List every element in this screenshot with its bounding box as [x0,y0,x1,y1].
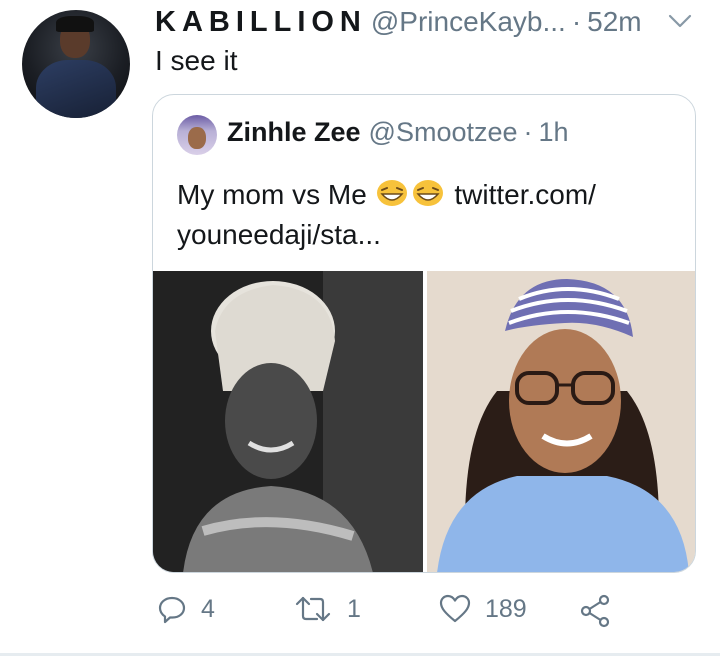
quoted-tweet-text: My mom vs Me twitter.com/ youneedaji/sta… [177,175,677,255]
quoted-author-handle[interactable]: @Smootzee [369,117,518,148]
quoted-media-grid [153,271,695,572]
like-action[interactable]: 189 [439,594,527,624]
quoted-tweet-header: Zinhle Zee @Smootzee · 1h [227,117,569,148]
like-icon[interactable] [439,594,471,624]
tweet-actions: 4 1 189 [155,594,625,630]
avatar-body-shape [36,60,116,118]
reply-action[interactable]: 4 [157,594,215,624]
author-name[interactable]: KABILLION [155,6,367,39]
grinning-squinting-face-emoji [412,180,443,206]
media-photo-right[interactable] [427,271,695,572]
author-handle[interactable]: @PrinceKayb... [371,6,566,38]
photo-left-illustration [153,271,423,572]
avatar-hat-shape [56,16,94,32]
media-photo-left[interactable] [153,271,423,572]
quoted-tweet-card[interactable]: Zinhle Zee @Smootzee · 1h My mom vs Me t… [152,94,696,573]
separator-dot: · [571,6,582,37]
author-avatar[interactable] [22,10,130,118]
tweet-header: KABILLION @PrinceKayb... · 52m [155,6,642,39]
caret-down-icon[interactable] [666,10,694,32]
share-action[interactable] [579,594,611,628]
retweet-count: 1 [347,594,361,623]
reply-count: 4 [201,594,215,623]
quoted-author-name[interactable]: Zinhle Zee [227,117,361,148]
quoted-tweet-time: 1h [538,117,569,147]
like-count: 189 [485,594,527,623]
retweet-icon[interactable] [293,594,333,624]
share-icon[interactable] [579,594,611,628]
tweet-text: I see it [155,45,238,76]
tweet-time[interactable]: 52m [587,6,641,38]
reply-icon[interactable] [157,594,187,624]
quoted-separator-dot: · [523,117,533,147]
photo-right-illustration [427,271,695,572]
grinning-squinting-face-emoji [376,180,407,206]
quoted-author-avatar[interactable] [177,115,217,155]
quoted-text-before-emoji: My mom vs Me [177,179,367,210]
retweet-action[interactable]: 1 [293,594,361,624]
